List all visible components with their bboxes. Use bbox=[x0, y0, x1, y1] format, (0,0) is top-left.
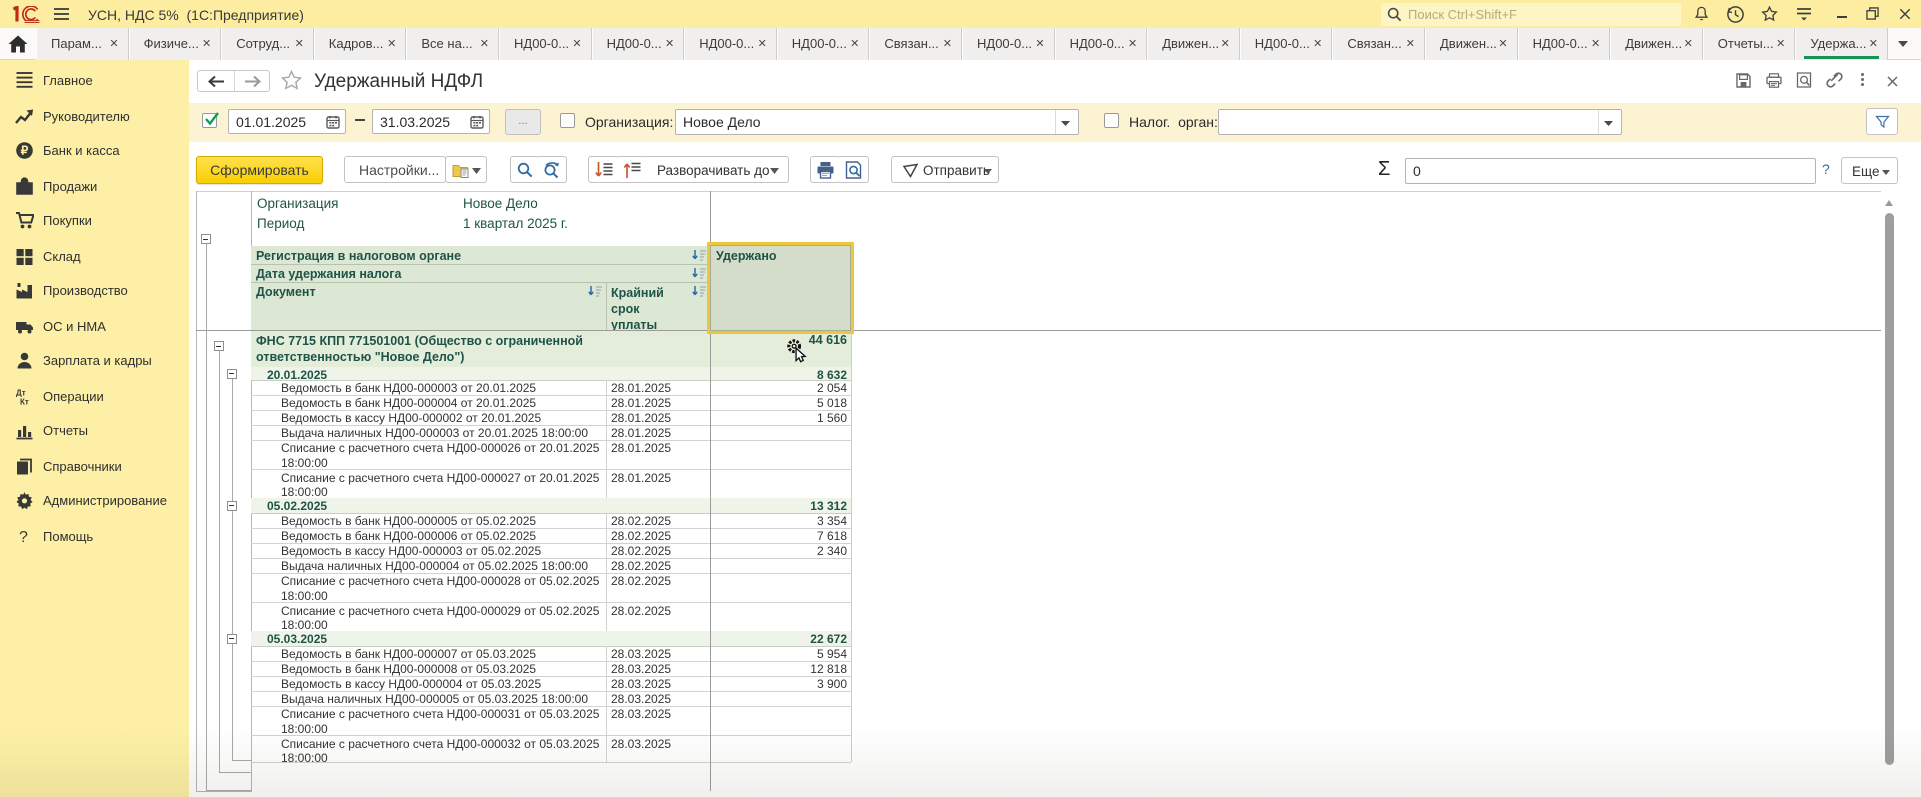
svg-text:Дт: Дт bbox=[16, 389, 26, 398]
svg-text:?: ? bbox=[19, 529, 28, 546]
svg-text:Кт: Кт bbox=[20, 398, 29, 407]
svg-text:₽: ₽ bbox=[21, 144, 29, 158]
